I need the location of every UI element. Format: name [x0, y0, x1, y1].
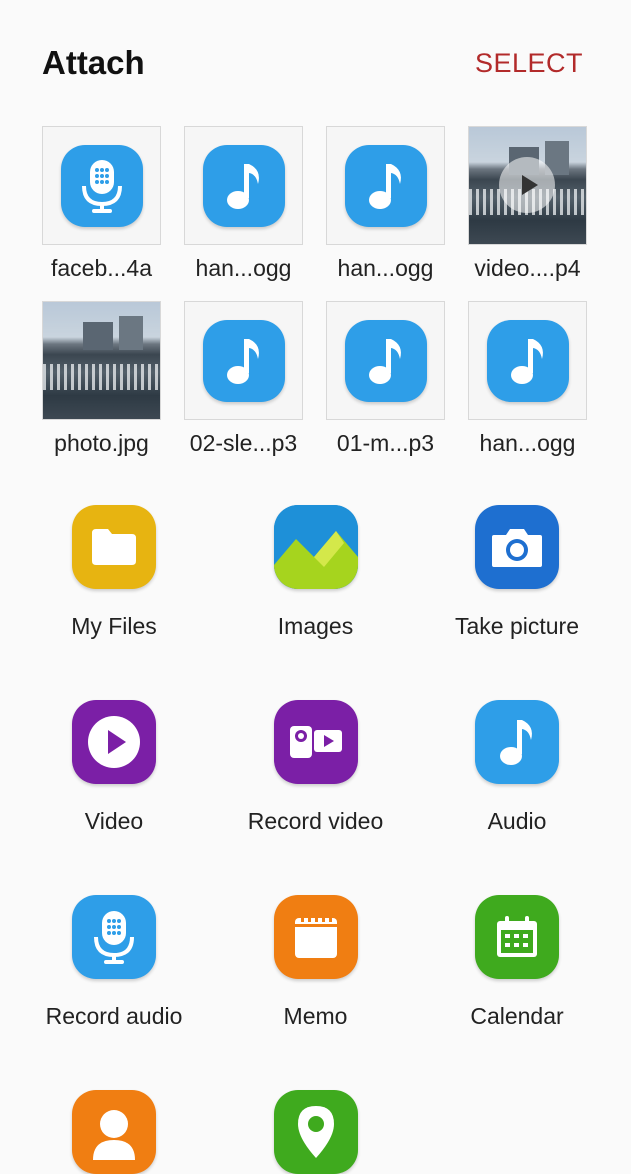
music-note-icon — [202, 144, 285, 227]
app-label: Record video — [247, 808, 384, 834]
app-label: Audio — [487, 808, 547, 834]
video-camera-icon — [273, 700, 358, 784]
microphone-icon — [60, 144, 143, 227]
play-circle-icon — [72, 700, 156, 784]
recent-row: faceb...4a han...ogg han...ogg video....… — [42, 126, 592, 282]
video-button[interactable]: Video — [14, 700, 214, 835]
app-row — [0, 1090, 631, 1174]
building-shape — [119, 316, 143, 350]
app-label: Video — [84, 808, 144, 834]
app-row: Video Record video Audio — [0, 700, 631, 835]
file-name: photo.jpg — [54, 430, 149, 456]
recent-files-grid: faceb...4a han...ogg han...ogg video....… — [42, 126, 592, 476]
recent-item-audio[interactable]: han...ogg — [326, 126, 445, 282]
file-name: han...ogg — [337, 255, 434, 281]
audio-button[interactable]: Audio — [417, 700, 617, 835]
memo-button[interactable]: Memo — [216, 895, 416, 1030]
location-button[interactable] — [216, 1090, 416, 1174]
music-note-icon — [475, 700, 559, 784]
thumbnail[interactable] — [468, 301, 587, 420]
app-label: My Files — [71, 613, 157, 639]
boats-shape — [43, 364, 160, 390]
contact-icon — [72, 1090, 156, 1174]
photo-thumbnail[interactable] — [42, 301, 161, 420]
music-note-icon — [486, 319, 569, 402]
record-audio-button[interactable]: Record audio — [14, 895, 214, 1030]
file-name: video....p4 — [474, 255, 581, 281]
file-name: 01-m...p3 — [336, 430, 435, 456]
app-label: Memo — [283, 1003, 348, 1029]
my-files-button[interactable]: My Files — [14, 505, 214, 640]
file-name: faceb...4a — [50, 255, 153, 281]
app-row: Record audio Memo Calendar — [0, 895, 631, 1030]
music-note-icon — [344, 144, 427, 227]
location-pin-icon — [273, 1090, 358, 1174]
thumbnail[interactable] — [184, 301, 303, 420]
images-button[interactable]: Images — [216, 505, 416, 640]
recent-item-audio[interactable]: 02-sle...p3 — [184, 301, 303, 457]
file-name: 02-sle...p3 — [189, 430, 298, 456]
recent-row: photo.jpg 02-sle...p3 01-m...p3 han...og… — [42, 301, 592, 457]
attach-app-grid: My Files Images Take picture Video Recor… — [0, 505, 631, 1174]
recent-item-photo[interactable]: photo.jpg — [42, 301, 161, 457]
recent-item-audio[interactable]: 01-m...p3 — [326, 301, 445, 457]
recent-item-voice[interactable]: faceb...4a — [42, 126, 161, 282]
memo-icon — [273, 895, 358, 979]
record-video-button[interactable]: Record video — [216, 700, 416, 835]
recent-item-video[interactable]: video....p4 — [468, 126, 587, 282]
recent-item-audio[interactable]: han...ogg — [184, 126, 303, 282]
thumbnail[interactable] — [326, 126, 445, 245]
contacts-button[interactable] — [14, 1090, 214, 1174]
app-label: Images — [277, 613, 354, 639]
app-label: Take picture — [454, 613, 579, 639]
calendar-icon — [475, 895, 559, 979]
play-icon — [499, 157, 555, 213]
app-label: Calendar — [470, 1003, 564, 1029]
calendar-button[interactable]: Calendar — [417, 895, 617, 1030]
camera-icon — [475, 505, 559, 589]
music-note-icon — [344, 319, 427, 402]
select-button[interactable]: SELECT — [475, 48, 583, 79]
folder-icon — [72, 505, 156, 589]
page-title: Attach — [42, 44, 145, 81]
video-thumbnail[interactable] — [468, 126, 587, 245]
take-picture-button[interactable]: Take picture — [417, 505, 617, 640]
music-note-icon — [202, 319, 285, 402]
file-name: han...ogg — [479, 430, 576, 456]
microphone-icon — [72, 895, 156, 979]
thumbnail[interactable] — [42, 126, 161, 245]
file-name: han...ogg — [195, 255, 292, 281]
app-row: My Files Images Take picture — [0, 505, 631, 640]
empty-slot — [417, 1090, 617, 1174]
app-label: Record audio — [45, 1003, 183, 1029]
thumbnail[interactable] — [326, 301, 445, 420]
gallery-icon — [273, 505, 358, 589]
recent-item-audio[interactable]: han...ogg — [468, 301, 587, 457]
building-shape — [83, 322, 113, 350]
thumbnail[interactable] — [184, 126, 303, 245]
